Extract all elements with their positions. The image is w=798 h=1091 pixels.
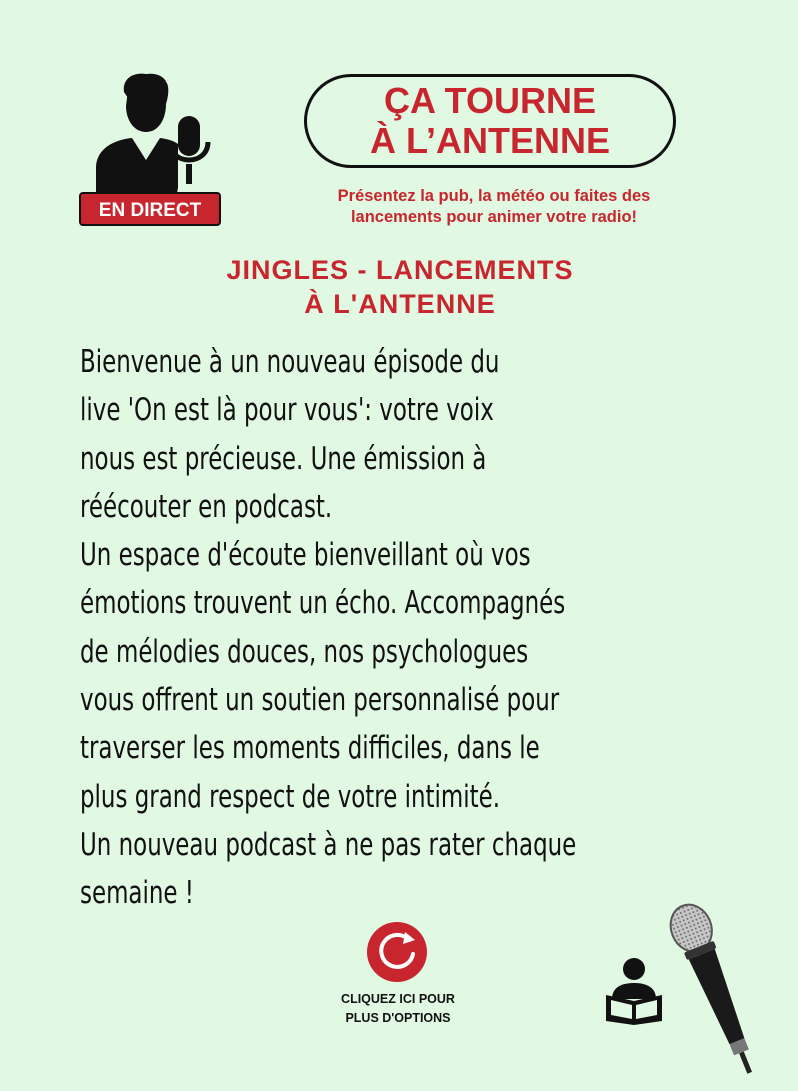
live-badge: EN DIRECT — [79, 192, 221, 226]
script-line: Un nouveau podcast à ne pas rater chaque — [80, 826, 577, 863]
script-line: Un espace d'écoute bienveillant où vos — [80, 537, 531, 574]
more-options-link[interactable]: CLIQUEZ ICI POUR PLUS D'OPTIONS — [310, 990, 486, 1028]
title-line-1: ÇA TOURNE — [383, 80, 596, 121]
script-line: semaine ! — [80, 875, 194, 912]
script-line: de mélodies douces, nos psychologues — [80, 633, 529, 670]
options-line-1: CLIQUEZ ICI POUR — [341, 992, 455, 1006]
script-line: live 'On est là pour vous': votre voix — [80, 392, 494, 429]
reader-icon — [606, 958, 662, 1025]
script-text: Bienvenue à un nouveau épisode du live '… — [80, 338, 739, 918]
refresh-button[interactable] — [367, 922, 427, 982]
script-line: plus grand respect de votre intimité. — [80, 778, 501, 815]
script-line: émotions trouvent un écho. Accompagnés — [80, 585, 566, 622]
section-heading-line-1: JINGLES - LANCEMENTS — [226, 255, 574, 285]
title-line-2: À L’ANTENNE — [369, 120, 610, 161]
tagline-line-1: Présentez la pub, la météo ou faites des — [337, 187, 651, 205]
refresh-icon — [379, 932, 415, 969]
tagline-line-2: lancements pour animer votre radio! — [350, 208, 638, 226]
script-line: Bienvenue à un nouveau épisode du — [80, 344, 500, 380]
script-line: traverser les moments difficiles, dans l… — [80, 730, 540, 767]
options-line-2: PLUS D'OPTIONS — [345, 1011, 451, 1025]
section-heading-line-2: À L'ANTENNE — [304, 289, 496, 319]
tagline: Présentez la pub, la météo ou faites des… — [262, 186, 726, 228]
radio-host-icon — [96, 73, 211, 198]
script-line: réécouter en podcast. — [80, 488, 333, 525]
page-title: ÇA TOURNE À L’ANTENNE — [304, 74, 676, 168]
script-line: nous est précieuse. Une émission à — [80, 440, 487, 477]
microphone-icon — [669, 903, 753, 1074]
section-heading: JINGLES - LANCEMENTS À L'ANTENNE — [140, 253, 660, 321]
script-line: vous offrent un soutien personnalisé pou… — [80, 682, 560, 719]
